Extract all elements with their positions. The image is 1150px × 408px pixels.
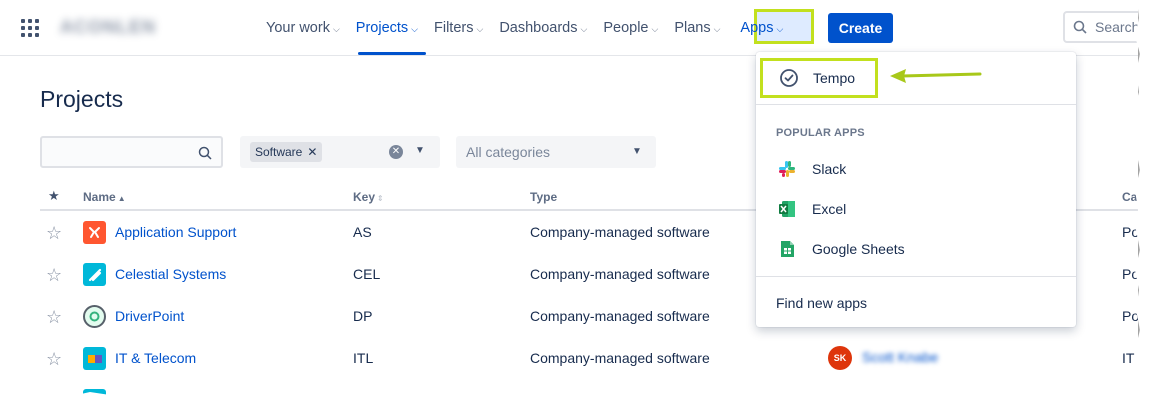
torn-edge-right [1134, 0, 1150, 408]
google-sheets-label: Google Sheets [812, 241, 905, 257]
google-sheets-icon [781, 241, 794, 257]
star-icon[interactable]: ☆ [46, 223, 62, 244]
lead-name-link[interactable]: Scott Knabe [862, 349, 938, 365]
tempo-label: Tempo [813, 70, 856, 86]
project-name-link[interactable]: Application Support [115, 224, 236, 240]
chevron-down-icon: ⌵ [332, 23, 340, 34]
site-logo[interactable]: ACONLEN [60, 17, 240, 39]
nav-people[interactable]: People ⌵ [595, 12, 666, 44]
nav-menu: Your work ⌵ Projects ⌵ Filters ⌵ Dashboards… [258, 0, 791, 56]
sort-icon: ▲ [117, 194, 126, 203]
project-key: DP [353, 308, 373, 324]
nav-apps[interactable]: Apps ⌵ [732, 12, 791, 44]
star-icon[interactable]: ☆ [46, 265, 62, 286]
project-type: Company-managed software [530, 308, 710, 324]
nav-projects[interactable]: Projects ⌵ [348, 12, 426, 44]
nav-projects-label: Projects [355, 20, 409, 36]
project-avatar [83, 347, 106, 370]
chevron-down-icon: ▼ [632, 146, 642, 157]
chevron-down-icon: ⌵ [580, 23, 588, 34]
column-key[interactable]: Key ⇕ [353, 190, 384, 204]
remove-chip-icon[interactable]: ✕ [307, 145, 317, 159]
column-type: Type [530, 190, 557, 204]
divider [756, 276, 1076, 277]
column-type-label: Type [530, 190, 558, 204]
category-select[interactable]: All categories ▼ [456, 136, 656, 168]
chevron-down-icon: ⌵ [713, 23, 721, 34]
project-key: CEL [353, 266, 381, 282]
chevron-down-icon: ⌵ [651, 23, 659, 34]
nav-dashboards[interactable]: Dashboards ⌵ [491, 12, 595, 44]
slack-label: Slack [812, 161, 847, 177]
google-sheets-menu-item[interactable]: Google Sheets [756, 229, 1076, 269]
apps-dropdown: Tempo POPULAR APPS Slack Excel Google Sh… [756, 52, 1076, 327]
nav-filters[interactable]: Filters ⌵ [426, 12, 491, 44]
project-key: AS [353, 224, 372, 240]
create-button[interactable]: Create [828, 13, 893, 43]
search-icon [198, 146, 212, 160]
column-name-label: Name [83, 190, 116, 204]
project-type: Company-managed software [530, 224, 710, 240]
project-key: ITL [353, 350, 374, 366]
jira-window: ACONLEN Your work ⌵ Projects ⌵ Filters ⌵ Da… [0, 0, 1138, 396]
project-search-input[interactable] [40, 136, 223, 168]
search-icon [1073, 20, 1087, 34]
check-circle-icon [780, 69, 798, 87]
chevron-down-icon[interactable]: ▼ [415, 145, 425, 156]
chevron-down-icon: ⌵ [476, 23, 484, 34]
top-navigation: ACONLEN Your work ⌵ Projects ⌵ Filters ⌵ Da… [0, 0, 1138, 56]
sort-icon: ⇕ [377, 194, 384, 203]
project-name-link[interactable]: IT & Telecom [115, 350, 196, 366]
nav-plans-label: Plans [674, 20, 711, 36]
slack-icon [779, 161, 795, 177]
tempo-menu-item[interactable]: Tempo [760, 58, 878, 98]
excel-menu-item[interactable]: Excel [756, 189, 1076, 229]
project-avatar [83, 305, 106, 328]
nav-filters-label: Filters [434, 20, 474, 36]
annotation-arrow-icon [890, 69, 982, 83]
nav-your-work-label: Your work [266, 20, 330, 36]
column-key-label: Key [353, 190, 376, 204]
category-placeholder: All categories [466, 144, 551, 160]
column-name[interactable]: Name ▲ [83, 190, 126, 204]
page-title: Projects [40, 86, 124, 112]
nav-your-work[interactable]: Your work ⌵ [258, 12, 348, 44]
project-type: Company-managed software [530, 266, 710, 282]
slack-menu-item[interactable]: Slack [756, 149, 1076, 189]
project-type-select[interactable]: Software ✕ ✕ ▼ [240, 136, 440, 168]
find-new-apps-link[interactable]: Find new apps [776, 295, 867, 311]
divider [756, 104, 1076, 105]
project-avatar [83, 263, 106, 286]
star-icon[interactable]: ☆ [46, 349, 62, 370]
project-name-link[interactable]: DriverPoint [115, 308, 184, 324]
nav-apps-label: Apps [740, 20, 774, 36]
type-filter-chip: Software ✕ [250, 142, 323, 162]
table-row: ☆ IT & Telecom ITL Company-managed softw… [40, 337, 1138, 379]
active-tab-indicator [358, 52, 426, 55]
excel-label: Excel [812, 201, 847, 217]
clear-icon[interactable]: ✕ [389, 145, 403, 159]
app-switcher-icon[interactable] [21, 19, 39, 37]
nav-dashboards-label: Dashboards [499, 20, 578, 36]
nav-plans[interactable]: Plans ⌵ [666, 12, 728, 44]
project-name-link[interactable]: Celestial Systems [115, 266, 226, 282]
lead-avatar: SK [828, 346, 852, 370]
project-type: Company-managed software [530, 350, 710, 366]
popular-apps-heading: POPULAR APPS [776, 127, 865, 139]
star-header-icon: ★ [48, 188, 60, 203]
nav-people-label: People [603, 20, 649, 36]
torn-edge-bottom [0, 391, 1150, 408]
star-icon[interactable]: ☆ [46, 307, 62, 328]
excel-icon [779, 201, 795, 217]
type-chip-label: Software [255, 145, 303, 159]
project-avatar [83, 221, 106, 244]
chevron-down-icon: ⌵ [776, 23, 784, 34]
chevron-down-icon: ⌵ [411, 23, 418, 34]
